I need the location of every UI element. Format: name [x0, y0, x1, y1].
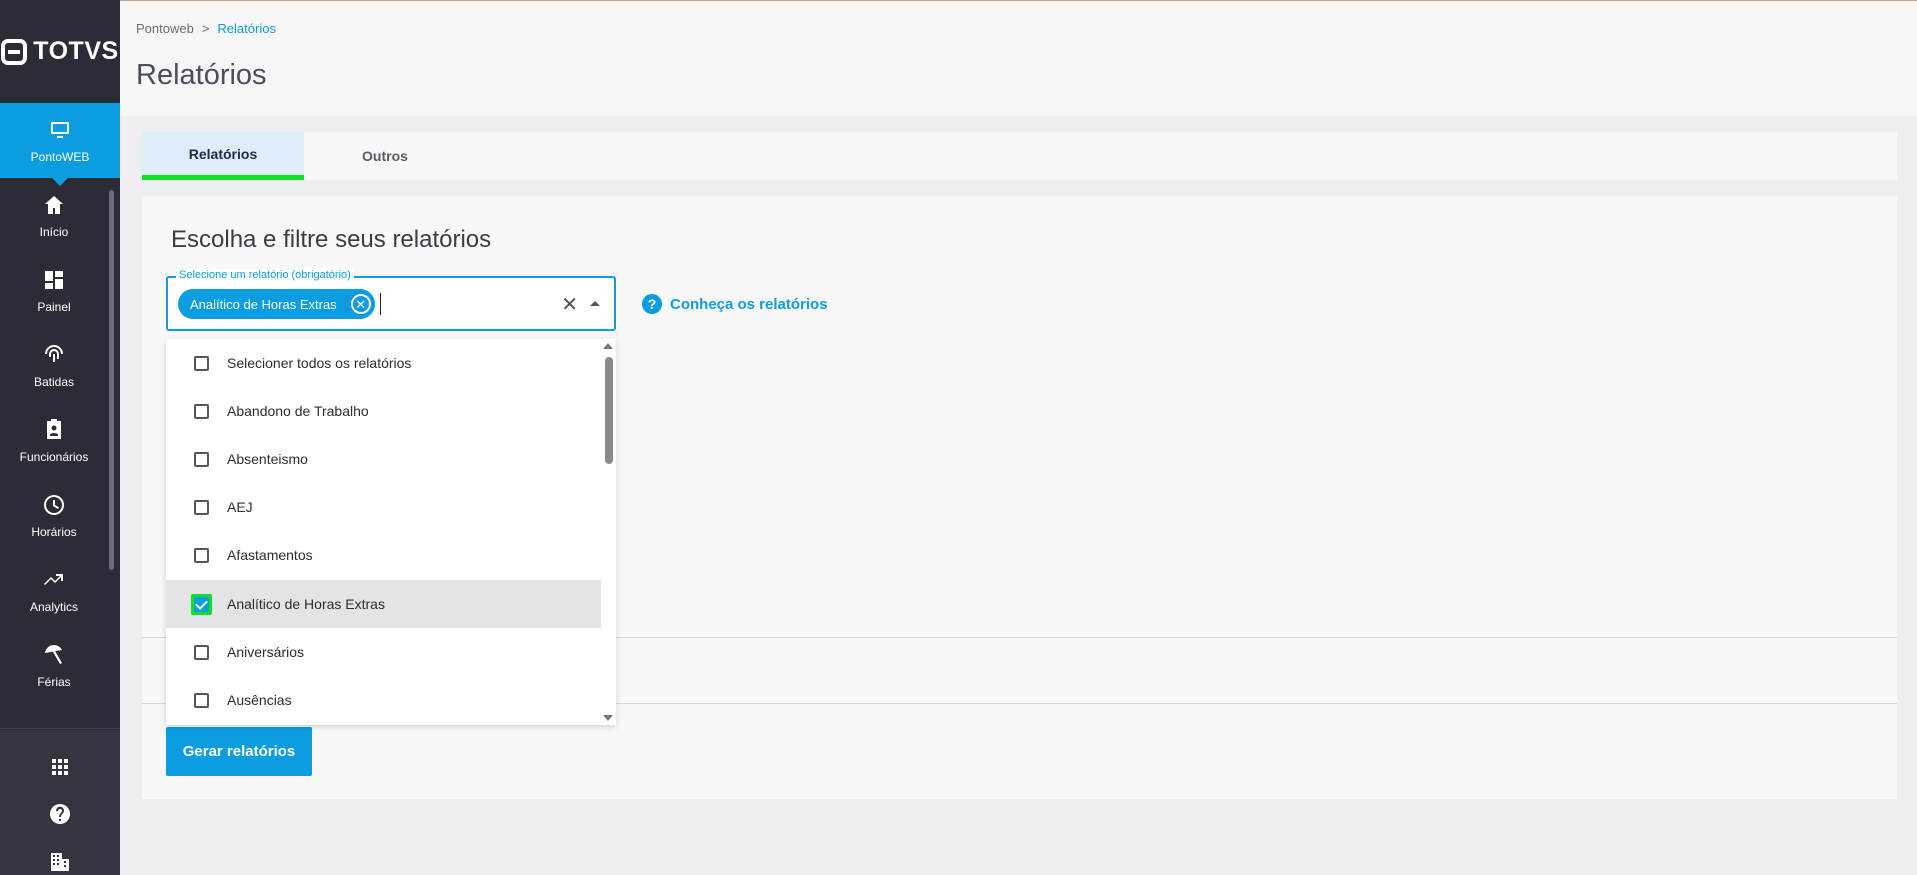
dropdown-scrollbar[interactable] [601, 339, 616, 725]
chevron-up-icon[interactable] [590, 301, 600, 306]
help-link-label: Conheça os relatórios [670, 295, 828, 313]
sidebar-item-analytics[interactable]: Analytics [0, 553, 108, 628]
tab-relatorios[interactable]: Relatórios [142, 132, 304, 180]
sidebar-item-label: PontoWEB [30, 149, 90, 164]
selected-report-chip: Analítico de Horas Extras ✕ [178, 289, 375, 319]
sidebar-item-ferias[interactable]: Férias [0, 628, 108, 703]
clear-selection-icon[interactable]: ✕ [561, 292, 578, 317]
scroll-up-icon[interactable] [603, 343, 613, 349]
tabs-bar: Relatórios Outros [142, 132, 1897, 180]
chip-label: Analítico de Horas Extras [190, 296, 337, 312]
list-item[interactable]: AEJ [166, 483, 601, 531]
list-item[interactable]: Afastamentos [166, 531, 601, 579]
list-item-label: Analítico de Horas Extras [227, 596, 385, 612]
report-dropdown-list: Selecioner todos os relatórios Abandono … [166, 339, 616, 725]
sidebar-item-pontoweb[interactable]: PontoWEB [0, 103, 120, 186]
monitor-icon [48, 118, 72, 142]
checkbox-checked[interactable] [191, 593, 212, 615]
apps-grid-icon[interactable] [48, 755, 72, 779]
help-circle-icon: ? [642, 294, 662, 314]
sidebar-item-label: Funcionários [19, 449, 89, 464]
sidebar-item-label: Horários [31, 524, 77, 539]
list-item-label: Selecioner todos os relatórios [227, 355, 412, 371]
beach-umbrella-icon [42, 643, 66, 667]
checkbox[interactable] [194, 547, 209, 563]
list-item[interactable]: Ausências [166, 676, 601, 724]
sidebar-item-label: Batidas [33, 374, 75, 389]
sidebar-scrollbar[interactable] [109, 190, 114, 570]
list-item-label: Abandono de Trabalho [227, 403, 369, 419]
checkbox[interactable] [194, 451, 209, 467]
home-icon [42, 193, 66, 217]
breadcrumb-current: Relatórios [217, 21, 276, 36]
sidebar-item-inicio[interactable]: Início [0, 178, 108, 253]
checkbox[interactable] [194, 499, 209, 515]
breadcrumb-root[interactable]: Pontoweb [136, 21, 194, 36]
sidebar-nav: Início Painel Batidas Funcionários Horár… [0, 178, 120, 728]
list-item-selected[interactable]: Analítico de Horas Extras [166, 580, 601, 628]
sidebar-divider [0, 728, 120, 729]
sidebar-item-painel[interactable]: Painel [0, 253, 108, 328]
tab-outros[interactable]: Outros [304, 132, 466, 180]
generate-reports-button[interactable]: Gerar relatórios [166, 727, 312, 776]
trending-up-icon [42, 568, 66, 592]
breadcrumb: Pontoweb > Relatórios [136, 21, 276, 36]
checkbox[interactable] [194, 644, 209, 660]
list-item-select-all[interactable]: Selecioner todos os relatórios [166, 339, 601, 387]
sidebar: TOTVS PontoWEB Início Painel Batidas Fun… [0, 0, 120, 875]
list-item[interactable]: Aniversários [166, 628, 601, 676]
sidebar-item-batidas[interactable]: Batidas [0, 328, 108, 403]
page-title: Relatórios [136, 59, 267, 91]
page-header: Pontoweb > Relatórios Relatórios [120, 0, 1917, 116]
clock-icon [42, 493, 66, 517]
section-title: Escolha e filtre seus relatórios [171, 226, 492, 253]
report-select[interactable]: Selecione um relatório (obrigatório) Ana… [166, 269, 616, 331]
checkbox[interactable] [194, 403, 209, 419]
list-item-label: Absenteismo [227, 451, 308, 467]
sidebar-item-label: Painel [37, 299, 71, 314]
chip-remove-icon[interactable]: ✕ [350, 294, 371, 314]
dashboard-icon [42, 268, 66, 292]
sidebar-bottom [0, 730, 120, 875]
totvs-logo[interactable]: TOTVS [0, 0, 120, 103]
sidebar-item-funcionarios[interactable]: Funcionários [0, 403, 108, 478]
fingerprint-icon [42, 343, 66, 367]
list-item[interactable]: Absenteismo [166, 435, 601, 483]
list-item-label: Aniversários [227, 644, 305, 660]
sidebar-item-horarios[interactable]: Horários [0, 478, 108, 553]
checkbox[interactable] [194, 355, 209, 371]
list-item-label: AEJ [227, 499, 253, 515]
breadcrumb-separator: > [201, 21, 210, 36]
list-item-label: Afastamentos [227, 547, 313, 563]
help-reports-link[interactable]: ? Conheça os relatórios [642, 294, 828, 314]
sidebar-item-label: Analytics [29, 599, 79, 614]
checkbox[interactable] [194, 692, 209, 708]
text-caret [380, 293, 381, 315]
totvs-logo-icon [1, 38, 28, 65]
logo-text: TOTVS [33, 37, 119, 65]
scroll-down-icon[interactable] [603, 715, 613, 721]
list-item-label: Ausências [227, 692, 292, 708]
scrollbar-thumb[interactable] [605, 357, 613, 464]
report-select-label: Selecione um relatório (obrigatório) [176, 269, 354, 281]
sidebar-item-label: Férias [37, 674, 71, 689]
sidebar-item-label: Início [39, 224, 69, 239]
list-item[interactable]: Abandono de Trabalho [166, 387, 601, 435]
help-icon[interactable] [48, 802, 72, 826]
building-icon[interactable] [48, 850, 72, 874]
badge-icon [42, 418, 66, 442]
